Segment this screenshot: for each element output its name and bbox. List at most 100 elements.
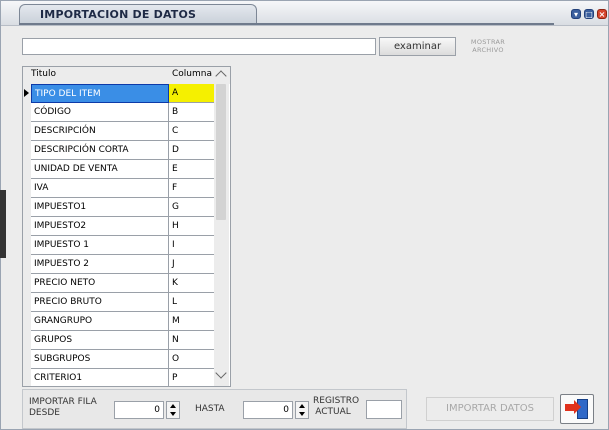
importar-datos-button[interactable]: IMPORTAR DATOS [426, 397, 554, 421]
cell-columna[interactable]: N [169, 331, 215, 350]
mapping-grid[interactable]: Titulo Columna TIPO DEL ITEM A CÓDIGO B DESC… [22, 66, 231, 387]
grid-row[interactable]: PRECIO BRUTO L [23, 293, 230, 312]
grid-row[interactable]: TIPO DEL ITEM A [23, 84, 230, 103]
cell-titulo[interactable]: PRECIO NETO [31, 274, 169, 293]
row-indicator[interactable] [23, 198, 31, 217]
row-indicator[interactable] [23, 312, 31, 331]
cell-titulo[interactable]: UNIDAD DE VENTA [31, 160, 169, 179]
spin-up-icon[interactable] [299, 404, 305, 408]
spin-down-icon[interactable] [170, 412, 176, 416]
row-indicator[interactable] [23, 122, 31, 141]
grid-row[interactable]: CÓDIGO B [23, 103, 230, 122]
cell-columna[interactable]: O [169, 350, 215, 369]
header-columna[interactable]: Columna [172, 69, 212, 79]
spin-down-icon[interactable] [299, 412, 305, 416]
desde-label-line2: DESDE [29, 408, 60, 418]
desde-label: IMPORTAR FILA DESDE [29, 397, 97, 419]
cell-columna[interactable]: G [169, 198, 215, 217]
hasta-spinner-field[interactable]: 0 [243, 401, 293, 419]
cell-titulo[interactable]: DESCRIPCIÓN CORTA [31, 141, 169, 160]
cell-titulo[interactable]: IMPUESTO1 [31, 198, 169, 217]
cell-titulo[interactable]: PRECIO BRUTO [31, 293, 169, 312]
grid-row[interactable]: SUBGRUPOS O [23, 350, 230, 369]
cell-titulo[interactable]: GRUPOS [31, 331, 169, 350]
grid-row[interactable]: IMPUESTO1 G [23, 198, 230, 217]
desde-spinner-field[interactable]: 0 [114, 401, 164, 419]
cell-columna[interactable]: H [169, 217, 215, 236]
minimize-icon[interactable]: ▾ [571, 9, 581, 19]
title-underline [19, 23, 554, 25]
cell-titulo[interactable]: GRANGRUPO [31, 312, 169, 331]
title-tab: IMPORTACION DE DATOS [19, 4, 257, 24]
title-bar[interactable]: IMPORTACION DE DATOS ▾ □ × [1, 1, 608, 26]
cell-columna[interactable]: C [169, 122, 215, 141]
cell-titulo[interactable]: CRITERIO1 [31, 369, 169, 386]
cell-columna[interactable]: J [169, 255, 215, 274]
row-indicator[interactable] [23, 84, 31, 103]
row-indicator[interactable] [23, 274, 31, 293]
grid-row[interactable]: UNIDAD DE VENTA E [23, 160, 230, 179]
row-indicator[interactable] [23, 350, 31, 369]
scroll-down-icon[interactable] [215, 367, 227, 379]
row-indicator[interactable] [23, 103, 31, 122]
import-window: IMPORTACION DE DATOS ▾ □ × examinar MOST… [0, 0, 609, 430]
grid-scrollbar[interactable] [214, 67, 229, 386]
cell-columna[interactable]: M [169, 312, 215, 331]
close-icon[interactable]: × [597, 9, 607, 19]
cell-titulo[interactable]: SUBGRUPOS [31, 350, 169, 369]
cell-columna[interactable]: P [169, 369, 215, 386]
registro-label-line2: ACTUAL [315, 407, 351, 417]
row-indicator[interactable] [23, 255, 31, 274]
cell-titulo[interactable]: DESCRIPCIÓN [31, 122, 169, 141]
grid-row[interactable]: IVA F [23, 179, 230, 198]
cell-columna[interactable]: E [169, 160, 215, 179]
cell-columna[interactable]: A [169, 84, 215, 103]
spin-up-icon[interactable] [170, 404, 176, 408]
row-indicator[interactable] [23, 217, 31, 236]
desde-spinner-buttons[interactable] [166, 401, 180, 419]
exit-arrowhead-icon [574, 400, 581, 414]
mostrar-archivo-button[interactable]: MOSTRAR ARCHIVO [458, 38, 518, 58]
cell-columna[interactable]: I [169, 236, 215, 255]
grid-row[interactable]: CRITERIO1 P [23, 369, 230, 386]
scroll-up-icon[interactable] [215, 70, 227, 82]
cell-columna[interactable]: L [169, 293, 215, 312]
grid-row[interactable]: PRECIO NETO K [23, 274, 230, 293]
row-indicator[interactable] [23, 369, 31, 386]
row-indicator[interactable] [23, 293, 31, 312]
registro-actual-field[interactable] [366, 400, 402, 419]
grid-row[interactable]: IMPUESTO 2J [23, 255, 230, 274]
cell-columna[interactable]: F [169, 179, 215, 198]
grid-row[interactable]: GRUPOS N [23, 331, 230, 350]
header-titulo[interactable]: Titulo [31, 69, 56, 79]
grid-row[interactable]: IMPUESTO2 H [23, 217, 230, 236]
desde-label-line1: IMPORTAR FILA [29, 397, 97, 407]
cell-columna[interactable]: D [169, 141, 215, 160]
hasta-label: HASTA [195, 404, 225, 414]
file-path-input[interactable] [22, 38, 376, 55]
cell-titulo[interactable]: CÓDIGO [31, 103, 169, 122]
cell-columna[interactable]: B [169, 103, 215, 122]
cell-titulo[interactable]: IVA [31, 179, 169, 198]
cell-titulo[interactable]: IMPUESTO 1 [31, 236, 169, 255]
cell-titulo[interactable]: IMPUESTO 2 [31, 255, 169, 274]
grid-row[interactable]: GRANGRUPO M [23, 312, 230, 331]
hasta-spinner-buttons[interactable] [295, 401, 309, 419]
row-indicator[interactable] [23, 160, 31, 179]
window-title: IMPORTACION DE DATOS [40, 8, 197, 21]
maximize-icon[interactable]: □ [584, 9, 594, 19]
grid-row[interactable]: DESCRIPCIÓN C [23, 122, 230, 141]
cell-titulo[interactable]: TIPO DEL ITEM [31, 84, 169, 103]
row-indicator[interactable] [23, 236, 31, 255]
row-indicator[interactable] [23, 331, 31, 350]
exit-button[interactable] [560, 394, 594, 424]
grid-row[interactable]: IMPUESTO 1I [23, 236, 230, 255]
cell-titulo[interactable]: IMPUESTO2 [31, 217, 169, 236]
scroll-thumb[interactable] [216, 84, 226, 220]
examinar-button[interactable]: examinar [379, 37, 456, 56]
row-indicator[interactable] [23, 179, 31, 198]
row-indicator[interactable] [23, 141, 31, 160]
grid-row[interactable]: DESCRIPCIÓN CORTA D [23, 141, 230, 160]
cell-columna[interactable]: K [169, 274, 215, 293]
registro-label-line1: REGISTRO [313, 396, 360, 406]
